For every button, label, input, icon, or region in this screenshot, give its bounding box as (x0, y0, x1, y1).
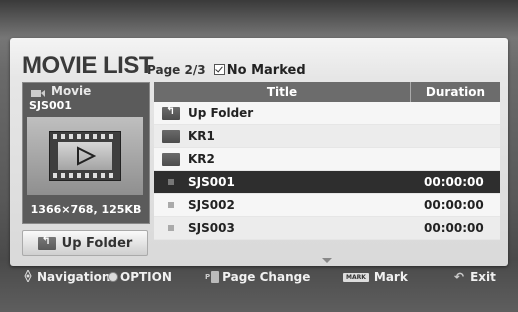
table-row[interactable]: Up Folder (154, 102, 500, 125)
option-hint: OPTION (109, 270, 172, 284)
row-duration: 00:00:00 (424, 198, 484, 212)
table-row[interactable]: SJS003 00:00:00 (154, 217, 500, 240)
row-title: KR1 (188, 129, 215, 143)
exit-icon: ↶ (454, 270, 465, 284)
film-icon (49, 131, 121, 181)
row-title: Up Folder (188, 106, 254, 120)
preview-header: Movie (23, 83, 149, 99)
table-row[interactable]: SJS002 00:00:00 (154, 194, 500, 217)
file-icon (168, 225, 174, 231)
table-row[interactable]: KR1 (154, 125, 500, 148)
resolution-size: 1366×768, 125KB (30, 203, 142, 216)
mark-key-icon: MARK (343, 272, 369, 282)
page-title: MOVIE LIST (22, 52, 154, 79)
preview-category: Movie (51, 84, 92, 98)
file-icon (168, 179, 174, 185)
row-duration: 00:00:00 (424, 221, 484, 235)
scroll-down-icon[interactable] (322, 258, 332, 263)
mark-hint: MARK Mark (343, 270, 408, 284)
movie-thumbnail (27, 117, 143, 195)
option-icon (109, 273, 117, 281)
table-header: Title Duration (154, 82, 500, 102)
row-title: SJS003 (188, 221, 235, 235)
navigation-icon (22, 268, 34, 285)
up-folder-button[interactable]: Up Folder (22, 230, 148, 256)
row-title: KR2 (188, 152, 215, 166)
column-duration: Duration (425, 85, 486, 99)
footer-hints: Navigation OPTION P Page Change MARK Mar… (0, 266, 518, 288)
page-change-hint: P Page Change (205, 270, 311, 284)
page-info: Page 2/3 No Marked (147, 63, 306, 78)
up-folder-icon (37, 234, 56, 250)
page-number: Page 2/3 (147, 63, 206, 77)
row-title: SJS002 (188, 198, 235, 212)
checkbox-icon (213, 64, 225, 75)
table-row[interactable]: KR2 (154, 148, 500, 171)
preview-file-name: SJS001 (29, 99, 72, 112)
file-icon (168, 202, 174, 208)
play-icon (77, 146, 96, 166)
folder-icon (162, 152, 180, 166)
row-duration: 00:00:00 (424, 175, 484, 189)
up-folder-icon (162, 104, 180, 120)
table-row-selected[interactable]: SJS001 00:00:00 (154, 171, 500, 194)
column-title: Title (154, 82, 411, 102)
folder-icon (162, 129, 180, 143)
marked-status: No Marked (226, 63, 306, 78)
movie-icon (31, 87, 45, 97)
navigation-hint: Navigation (22, 268, 110, 285)
exit-hint: ↶ Exit (454, 270, 496, 284)
up-folder-label: Up Folder (61, 235, 133, 251)
page-icon: P (205, 271, 220, 283)
row-title: SJS001 (188, 175, 235, 189)
preview-panel: Movie SJS001 1366×768, 125KB (22, 82, 150, 224)
file-table: Title Duration Up Folder KR1 KR2 SJS001 … (154, 82, 500, 240)
